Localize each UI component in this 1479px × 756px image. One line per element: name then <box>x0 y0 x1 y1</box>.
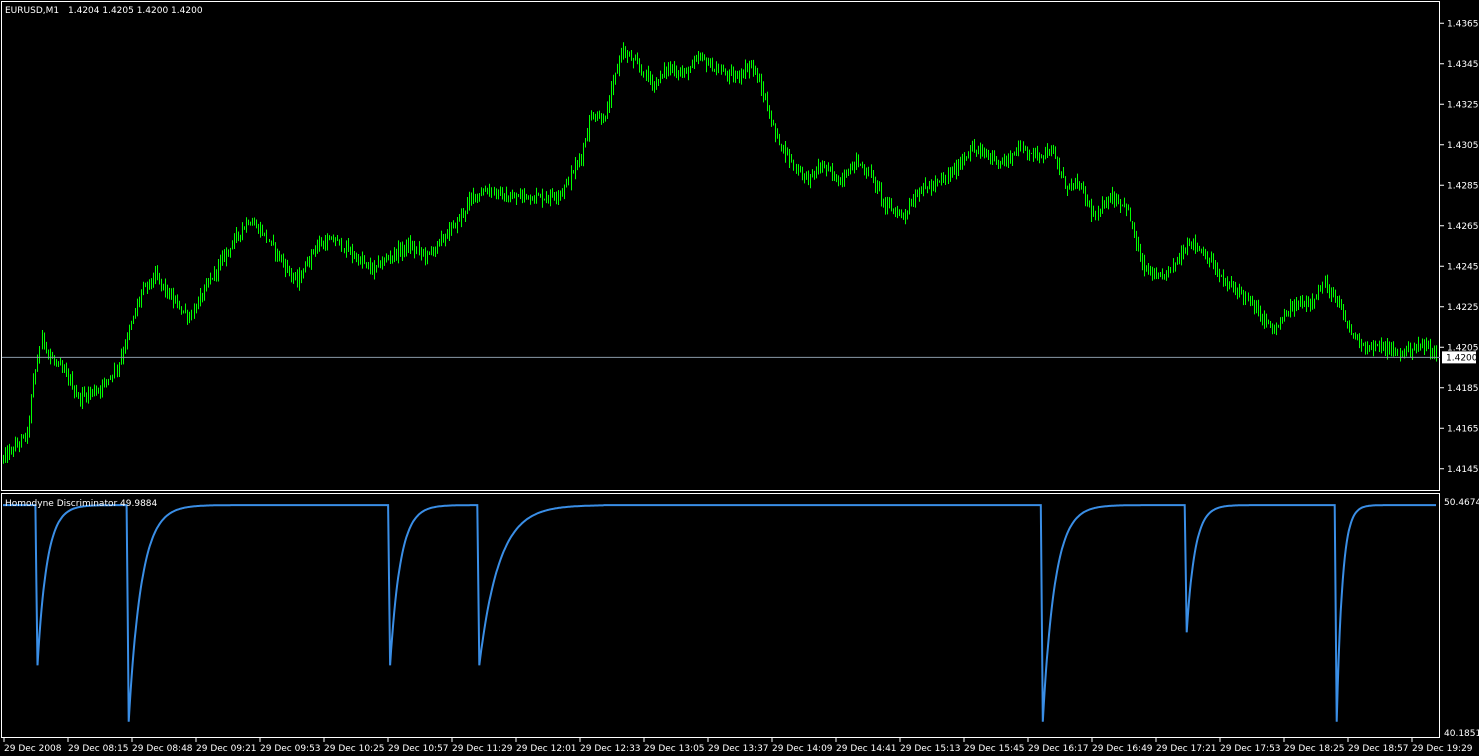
time-tick-label: 29 Dec 14:41 <box>836 744 897 754</box>
indicator-series <box>3 504 1436 722</box>
time-axis: 29 Dec 2008 29 Dec 08:15 29 Dec 08:48 29 De… <box>3 738 1473 754</box>
symbol-label: EURUSD,M1 <box>5 6 59 16</box>
price-tick-label: 1.4365 <box>1447 19 1479 29</box>
price-tick-label: 1.4345 <box>1447 60 1479 70</box>
indicator-pane-frame <box>1 493 1440 738</box>
time-tick-label: 29 Dec 09:21 <box>196 744 257 754</box>
trading-terminal: 1.4365 1.4345 1.4325 1.4305 1.4285 1.4265 1.42… <box>0 0 1479 756</box>
price-tick-label: 1.4245 <box>1447 262 1479 272</box>
price-tick-label: 1.4285 <box>1447 181 1479 191</box>
time-tick-label: 29 Dec 10:57 <box>388 744 449 754</box>
time-tick-label: 29 Dec 12:33 <box>580 744 641 754</box>
indicator-max-label: 50.4674 <box>1444 498 1479 508</box>
time-tick-label: 29 Dec 12:01 <box>516 744 577 754</box>
ohlc-label: 1.4204 1.4205 1.4200 1.4200 <box>68 6 203 16</box>
time-tick-label: 29 Dec 19:29 <box>1412 744 1473 754</box>
time-tick-label: 29 Dec 09:53 <box>260 744 321 754</box>
time-tick-label: 29 Dec 10:25 <box>324 744 385 754</box>
time-tick-label: 29 Dec 18:25 <box>1284 744 1345 754</box>
price-tick-label: 1.4225 <box>1447 303 1479 313</box>
main-pane-frame <box>1 1 1440 491</box>
chart-canvas: 1.4365 1.4345 1.4325 1.4305 1.4285 1.4265 1.42… <box>1 1 1479 754</box>
time-tick-label: 29 Dec 14:09 <box>772 744 833 754</box>
indicator-label: Homodyne Discriminator 49.9884 <box>5 499 158 509</box>
price-tick-label: 1.4145 <box>1447 465 1479 475</box>
time-tick-label: 29 Dec 17:53 <box>1220 744 1281 754</box>
time-tick-label: 29 Dec 16:49 <box>1092 744 1153 754</box>
time-tick-label: 29 Dec 2008 <box>4 744 62 754</box>
price-tick-label: 1.4185 <box>1447 384 1479 394</box>
price-bars <box>3 42 1437 464</box>
price-axis: 1.4365 1.4345 1.4325 1.4305 1.4285 1.4265 1.42… <box>1440 19 1479 475</box>
time-tick-label: 29 Dec 11:29 <box>452 744 513 754</box>
time-tick-label: 29 Dec 08:48 <box>132 744 193 754</box>
price-tick-label: 1.4325 <box>1447 100 1479 110</box>
time-tick-label: 29 Dec 17:21 <box>1156 744 1217 754</box>
price-tick-label: 1.4265 <box>1447 222 1479 232</box>
current-price-tag: 1.4200 <box>1442 351 1478 364</box>
time-tick-label: 29 Dec 18:57 <box>1348 744 1409 754</box>
time-tick-label: 29 Dec 13:37 <box>708 744 769 754</box>
time-tick-label: 29 Dec 16:17 <box>1028 744 1089 754</box>
indicator-line <box>3 504 1436 722</box>
price-tick-label: 1.4165 <box>1447 424 1479 434</box>
indicator-min-label: 40.1851 <box>1444 729 1479 739</box>
time-tick-label: 29 Dec 08:15 <box>68 744 129 754</box>
time-tick-label: 29 Dec 15:45 <box>964 744 1025 754</box>
time-tick-label: 29 Dec 15:13 <box>900 744 961 754</box>
price-tick-label: 1.4305 <box>1447 141 1479 151</box>
time-tick-label: 29 Dec 13:05 <box>644 744 705 754</box>
current-price-label: 1.4200 <box>1446 353 1478 363</box>
